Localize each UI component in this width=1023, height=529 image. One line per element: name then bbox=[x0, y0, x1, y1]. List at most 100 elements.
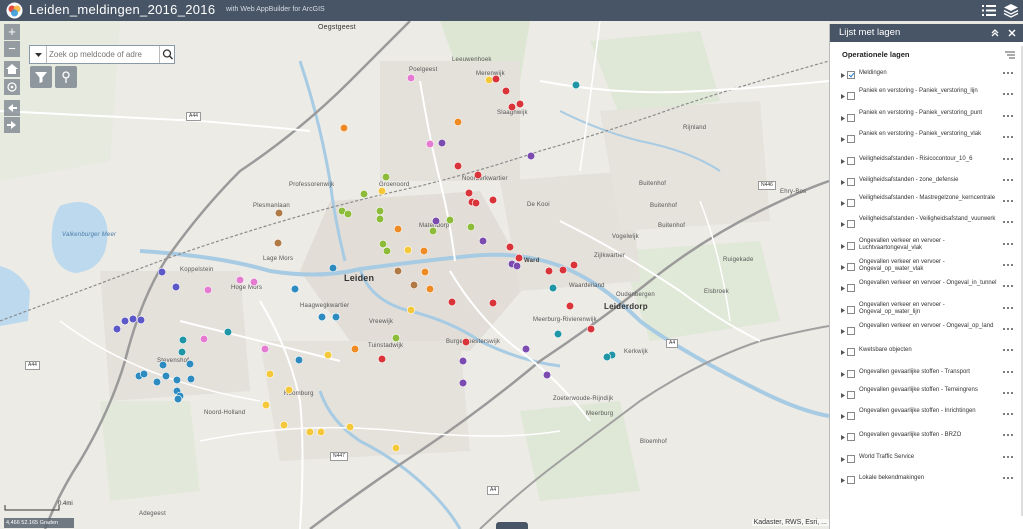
layer-checkbox[interactable] bbox=[847, 370, 855, 378]
layer-row[interactable]: Paniek en verstoring - Paniek_verstoring… bbox=[830, 109, 1023, 129]
incident-point[interactable] bbox=[571, 80, 581, 90]
layer-checkbox[interactable] bbox=[847, 178, 855, 186]
incident-point[interactable] bbox=[279, 420, 289, 430]
incident-point[interactable] bbox=[507, 102, 517, 112]
incident-point[interactable] bbox=[273, 238, 283, 248]
expand-arrow-icon[interactable] bbox=[841, 73, 845, 78]
incident-point[interactable] bbox=[382, 246, 392, 256]
layer-checkbox[interactable] bbox=[847, 242, 855, 250]
expand-arrow-icon[interactable] bbox=[841, 372, 845, 377]
incident-point[interactable] bbox=[512, 261, 522, 271]
layer-row[interactable]: Ongevallen verkeer en vervoer - Ongeval_… bbox=[830, 279, 1023, 299]
incident-point[interactable] bbox=[544, 266, 554, 276]
layer-row[interactable]: Paniek en verstoring - Paniek_verstoring… bbox=[830, 87, 1023, 107]
more-options-icon[interactable] bbox=[1003, 392, 1013, 396]
bottom-panel-toggle[interactable] bbox=[496, 522, 528, 529]
more-options-icon[interactable] bbox=[1003, 456, 1013, 460]
layer-checkbox[interactable] bbox=[847, 114, 855, 122]
incident-point[interactable] bbox=[542, 370, 552, 380]
incident-point[interactable] bbox=[478, 236, 488, 246]
layer-row[interactable]: Ongevallen gevaarlijke stoffen - Terrein… bbox=[830, 386, 1023, 406]
incident-point[interactable] bbox=[526, 151, 536, 161]
incident-point[interactable] bbox=[466, 222, 476, 232]
incident-point[interactable] bbox=[471, 198, 481, 208]
layer-checkbox[interactable] bbox=[847, 455, 855, 463]
incident-point[interactable] bbox=[316, 427, 326, 437]
incident-point[interactable] bbox=[391, 443, 401, 453]
incident-point[interactable] bbox=[136, 315, 146, 325]
incident-point[interactable] bbox=[323, 350, 333, 360]
layer-row[interactable]: World Traffic Service bbox=[830, 450, 1023, 470]
more-options-icon[interactable] bbox=[1003, 136, 1013, 140]
incident-layer[interactable] bbox=[0, 21, 829, 529]
more-options-icon[interactable] bbox=[1003, 264, 1013, 268]
incident-point[interactable] bbox=[171, 282, 181, 292]
incident-point[interactable] bbox=[185, 359, 195, 369]
zoom-in-button[interactable]: + bbox=[4, 24, 20, 40]
home-button[interactable] bbox=[4, 61, 20, 77]
incident-point[interactable] bbox=[112, 324, 122, 334]
layer-checkbox[interactable] bbox=[847, 220, 855, 228]
incident-point[interactable] bbox=[350, 344, 360, 354]
incident-point[interactable] bbox=[488, 298, 498, 308]
layer-checkbox[interactable] bbox=[847, 263, 855, 271]
search-input[interactable] bbox=[49, 48, 155, 61]
incident-point[interactable] bbox=[260, 344, 270, 354]
layers-icon[interactable] bbox=[1003, 3, 1019, 18]
incident-point[interactable] bbox=[521, 344, 531, 354]
incident-point[interactable] bbox=[558, 265, 568, 275]
more-options-icon[interactable] bbox=[1003, 158, 1013, 162]
incident-point[interactable] bbox=[501, 86, 511, 96]
incident-point[interactable] bbox=[343, 209, 353, 219]
incident-point[interactable] bbox=[375, 214, 385, 224]
incident-point[interactable] bbox=[172, 375, 182, 385]
expand-arrow-icon[interactable] bbox=[841, 94, 845, 99]
incident-point[interactable] bbox=[602, 352, 612, 362]
locate-button[interactable] bbox=[4, 79, 20, 95]
more-options-icon[interactable] bbox=[1003, 200, 1013, 204]
more-options-icon[interactable] bbox=[1003, 371, 1013, 375]
incident-point[interactable] bbox=[235, 275, 245, 285]
layer-options-icon[interactable] bbox=[1004, 50, 1016, 60]
incident-point[interactable] bbox=[203, 285, 213, 295]
layer-row[interactable]: Paniek en verstoring - Paniek_verstoring… bbox=[830, 130, 1023, 150]
incident-point[interactable] bbox=[548, 283, 558, 293]
incident-point[interactable] bbox=[173, 394, 183, 404]
incident-point[interactable] bbox=[447, 297, 457, 307]
layer-row[interactable]: Ongevallen gevaarlijke stoffen - Transpo… bbox=[830, 365, 1023, 385]
incident-point[interactable] bbox=[284, 385, 294, 395]
incident-point[interactable] bbox=[586, 324, 596, 334]
expand-arrow-icon[interactable] bbox=[841, 222, 845, 227]
incident-point[interactable] bbox=[328, 263, 338, 273]
incident-point[interactable] bbox=[375, 206, 385, 216]
incident-point[interactable] bbox=[420, 267, 430, 277]
incident-point[interactable] bbox=[139, 369, 149, 379]
incident-point[interactable] bbox=[406, 305, 416, 315]
incident-point[interactable] bbox=[378, 239, 388, 249]
expand-arrow-icon[interactable] bbox=[841, 329, 845, 334]
incident-point[interactable] bbox=[393, 224, 403, 234]
next-extent-button[interactable] bbox=[4, 117, 20, 133]
expand-arrow-icon[interactable] bbox=[841, 265, 845, 270]
zoom-out-button[interactable]: − bbox=[4, 41, 20, 57]
incident-point[interactable] bbox=[128, 314, 138, 324]
incident-point[interactable] bbox=[223, 327, 233, 337]
incident-point[interactable] bbox=[265, 369, 275, 379]
filter-button[interactable] bbox=[30, 66, 52, 88]
layer-row[interactable]: Veiligheidsafstanden - Mastregelzone_ker… bbox=[830, 194, 1023, 214]
incident-point[interactable] bbox=[491, 74, 501, 84]
layer-row[interactable]: Veiligheidsafstanden - Risicocontour_10_… bbox=[830, 152, 1023, 172]
more-options-icon[interactable] bbox=[1003, 434, 1013, 438]
expand-arrow-icon[interactable] bbox=[841, 393, 845, 398]
layer-checkbox[interactable] bbox=[847, 433, 855, 441]
layer-checkbox[interactable] bbox=[847, 327, 855, 335]
expand-arrow-icon[interactable] bbox=[841, 201, 845, 206]
incident-point[interactable] bbox=[317, 312, 327, 322]
more-options-icon[interactable] bbox=[1003, 115, 1013, 119]
previous-extent-button[interactable] bbox=[4, 100, 20, 116]
layer-row[interactable]: Ongevallen verkeer en vervoer - Ongeval_… bbox=[830, 258, 1023, 278]
more-options-icon[interactable] bbox=[1003, 477, 1013, 481]
incident-point[interactable] bbox=[431, 216, 441, 226]
incident-point[interactable] bbox=[458, 378, 468, 388]
expand-arrow-icon[interactable] bbox=[841, 435, 845, 440]
